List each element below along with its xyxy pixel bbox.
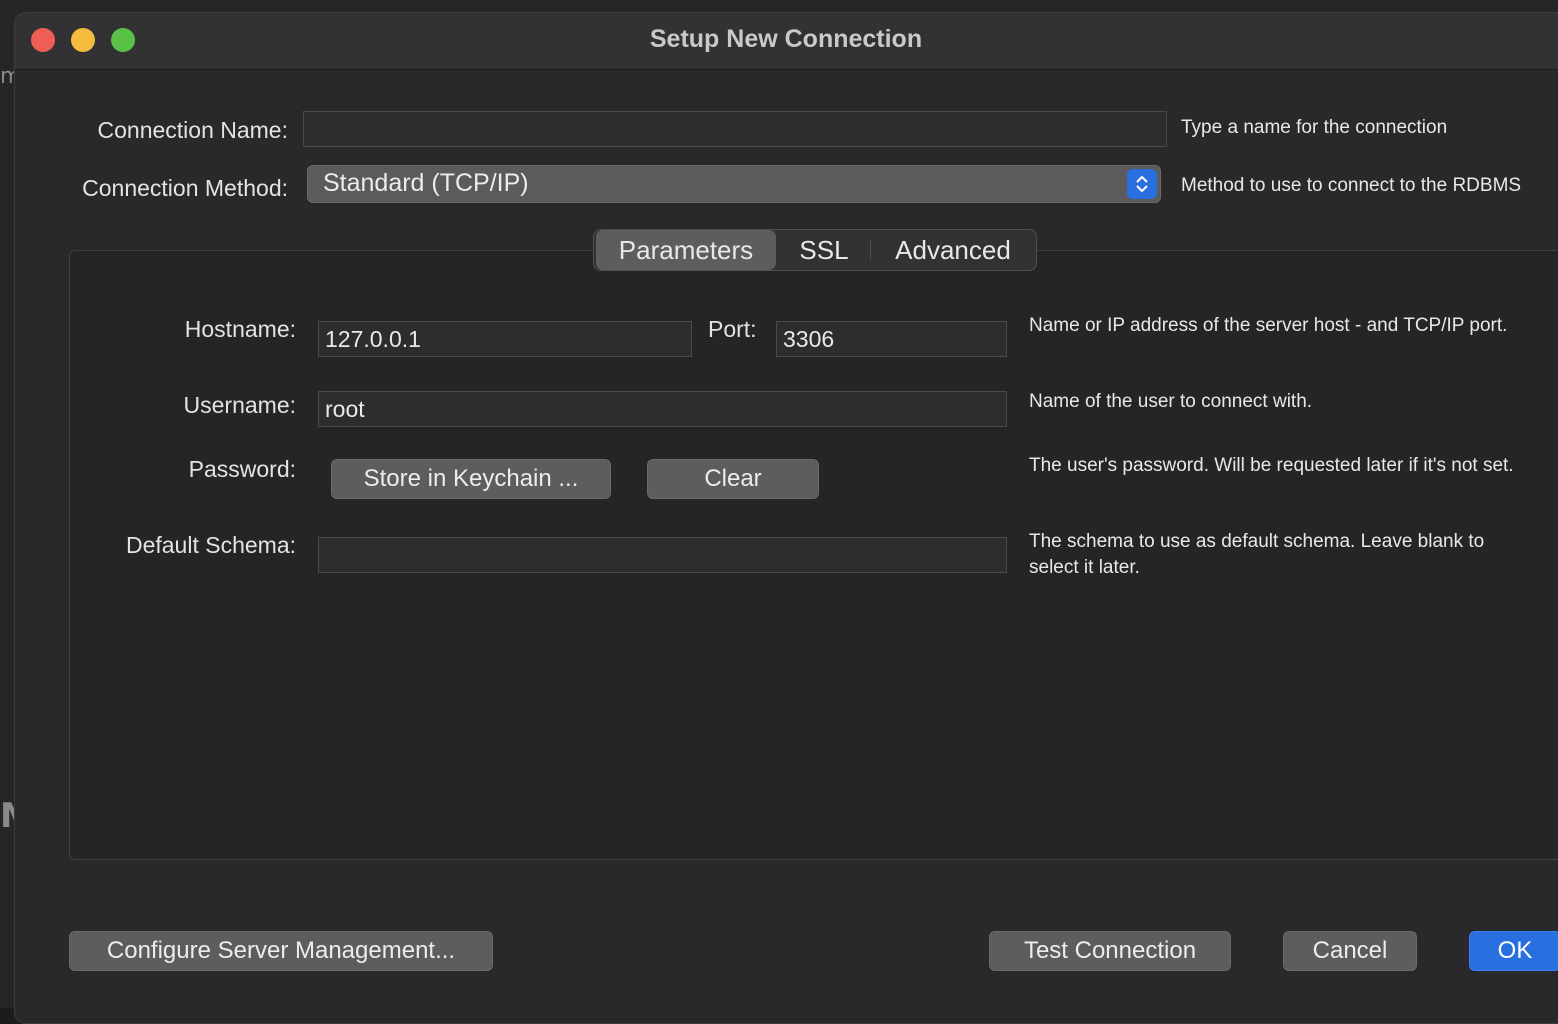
- connection-method-label: Connection Method:: [82, 175, 288, 201]
- connection-name-input[interactable]: [303, 111, 1167, 147]
- window-title: Setup New Connection: [649, 25, 923, 53]
- default-schema-hint: The schema to use as default schema. Lea…: [1029, 531, 1485, 578]
- tab-parameters[interactable]: Parameters: [596, 230, 776, 270]
- store-in-keychain-button[interactable]: Store in Keychain ...: [331, 459, 611, 499]
- default-schema-label: Default Schema:: [125, 532, 296, 558]
- updown-chevron-icon: [1127, 169, 1157, 199]
- connection-method-hint: Method to use to connect to the RDBMS: [1181, 175, 1522, 196]
- default-schema-input[interactable]: [318, 537, 1007, 573]
- hostname-label: Hostname:: [184, 316, 296, 342]
- tab-bar: Parameters SSL Advanced: [593, 229, 1037, 271]
- ok-button[interactable]: OK: [1469, 931, 1558, 971]
- password-hint: The user's password. Will be requested l…: [1029, 455, 1514, 476]
- configure-server-management-button[interactable]: Configure Server Management...: [69, 931, 493, 971]
- port-label: Port:: [708, 316, 757, 342]
- port-input[interactable]: [776, 321, 1007, 357]
- username-input[interactable]: [318, 391, 1007, 427]
- test-connection-button[interactable]: Test Connection: [989, 931, 1231, 971]
- username-hint: Name of the user to connect with.: [1029, 391, 1313, 412]
- username-label: Username:: [183, 392, 296, 418]
- hostname-hint: Name or IP address of the server host - …: [1029, 315, 1508, 336]
- title-bar: Setup New Connection: [15, 13, 1558, 70]
- connection-method-select[interactable]: Standard (TCP/IP): [307, 165, 1161, 203]
- tab-advanced[interactable]: Advanced: [874, 230, 1032, 270]
- connection-name-hint: Type a name for the connection: [1181, 117, 1448, 138]
- hostname-input[interactable]: [318, 321, 692, 357]
- clear-password-button[interactable]: Clear: [647, 459, 819, 499]
- connection-method-value: Standard (TCP/IP): [323, 169, 529, 197]
- password-label: Password:: [188, 456, 296, 482]
- tab-divider: [870, 240, 871, 260]
- tab-ssl[interactable]: SSL: [780, 230, 868, 270]
- connection-name-label: Connection Name:: [97, 117, 289, 143]
- cancel-button[interactable]: Cancel: [1283, 931, 1417, 971]
- dialog-window: Setup New Connection Connection Name: Ty…: [14, 12, 1558, 1024]
